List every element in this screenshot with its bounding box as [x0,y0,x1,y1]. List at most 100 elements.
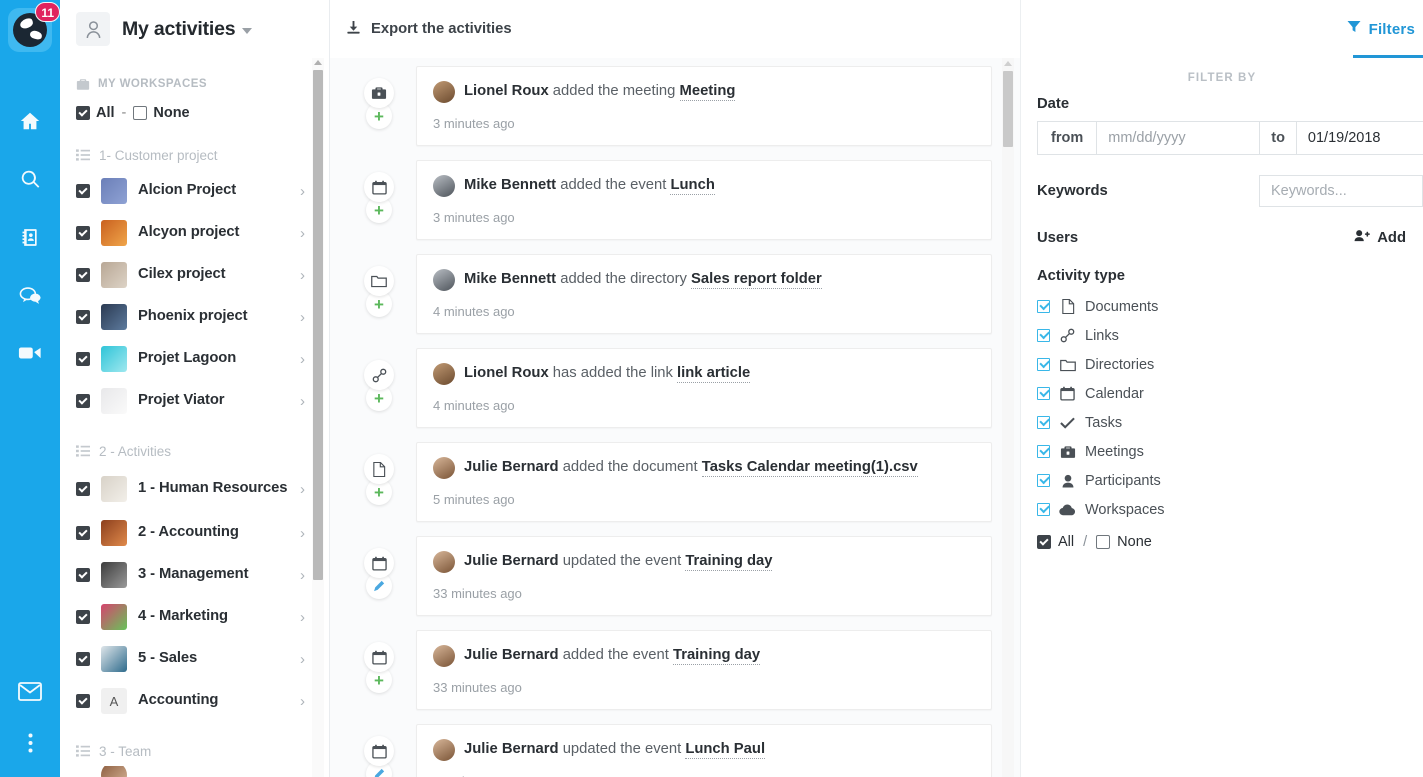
chevron-right-icon[interactable]: › [300,183,307,200]
activity-all-checkbox[interactable] [1037,535,1051,549]
workspace-checkbox[interactable] [76,610,90,624]
user-icon[interactable] [76,12,110,46]
feed-scrollbar[interactable] [1002,58,1014,777]
activity-type-checkbox[interactable] [1037,445,1050,458]
activity-item[interactable]: +Mike Bennett added the directory Sales … [354,254,992,334]
workspace-item[interactable]: 5 - Sales› [76,638,307,680]
workspace-item[interactable]: Phoenix project› [76,296,307,338]
add-user-button[interactable]: Add [1354,229,1406,246]
activity-type-item[interactable]: Documents [1037,292,1423,321]
activity-type-item[interactable]: Participants [1037,466,1423,495]
activity-type-checkbox[interactable] [1037,503,1050,516]
activity-type-checkbox[interactable] [1037,416,1050,429]
workspace-item[interactable]: 4 - Marketing› [76,596,307,638]
chevron-right-icon[interactable]: › [300,693,307,710]
workspace-checkbox[interactable] [76,352,90,366]
chevron-right-icon[interactable]: › [300,351,307,368]
activity-target[interactable]: Tasks Calendar meeting(1).csv [702,459,918,477]
home-icon[interactable] [0,92,60,150]
workspace-checkbox[interactable] [76,694,90,708]
app-logo[interactable]: 11 [8,8,52,52]
activity-item[interactable]: Julie Bernard updated the event Lunch Pa… [354,724,992,777]
activity-target[interactable]: link article [677,365,750,383]
workspace-item[interactable] [76,766,307,777]
activity-card[interactable]: Mike Bennett added the event Lunch3 minu… [416,160,992,240]
feed-scrollbar-thumb[interactable] [1003,71,1013,147]
workspace-item[interactable]: 2 - Accounting› [76,512,307,554]
contacts-icon[interactable] [0,208,60,266]
notification-badge[interactable]: 11 [35,2,60,22]
workspace-checkbox[interactable] [76,268,90,282]
chat-icon[interactable] [0,266,60,324]
none-checkbox[interactable] [133,106,147,120]
scroll-up-arrow-icon[interactable] [314,60,322,65]
activity-card[interactable]: Julie Bernard updated the event Training… [416,536,992,616]
activity-type-checkbox[interactable] [1037,474,1050,487]
activity-target[interactable]: Sales report folder [691,271,822,289]
activity-type-checkbox[interactable] [1037,329,1050,342]
activity-type-item[interactable]: Directories [1037,350,1423,379]
mail-icon[interactable] [0,665,60,717]
video-icon[interactable] [0,324,60,382]
activity-target[interactable]: Training day [673,647,760,665]
workspace-checkbox[interactable] [76,568,90,582]
tab-filters[interactable]: Filters [1021,0,1423,58]
activity-target[interactable]: Lunch Paul [685,741,765,759]
activity-card[interactable]: Julie Bernard added the event Training d… [416,630,992,710]
chevron-right-icon[interactable]: › [300,609,307,626]
chevron-right-icon[interactable]: › [300,393,307,410]
activity-none-label[interactable]: None [1117,534,1152,550]
activity-target[interactable]: Training day [685,553,772,571]
export-activities-button[interactable]: Export the activities [346,20,512,39]
workspace-checkbox[interactable] [76,310,90,324]
activity-item[interactable]: +Julie Bernard added the document Tasks … [354,442,992,522]
activity-card[interactable]: Lionel Roux has added the link link arti… [416,348,992,428]
activity-item[interactable]: +Lionel Roux has added the link link art… [354,348,992,428]
chevron-down-icon[interactable] [242,28,252,34]
activity-item[interactable]: +Lionel Roux added the meeting Meeting3 … [354,66,992,146]
chevron-right-icon[interactable]: › [300,567,307,584]
search-icon[interactable] [0,150,60,208]
workspace-item[interactable]: 1 - Human Resources› [76,466,307,512]
chevron-right-icon[interactable]: › [300,225,307,242]
activity-target[interactable]: Meeting [680,83,736,101]
activity-type-checkbox[interactable] [1037,387,1050,400]
activity-type-item[interactable]: Calendar [1037,379,1423,408]
workspace-item[interactable]: Cilex project› [76,254,307,296]
feed-scroll-up-arrow-icon[interactable] [1004,61,1012,66]
all-label[interactable]: All [96,105,115,121]
workspace-checkbox[interactable] [76,652,90,666]
workspace-checkbox[interactable] [76,526,90,540]
more-vertical-icon[interactable] [0,717,60,769]
sidebar-scrollbar[interactable] [312,58,324,777]
activity-type-item[interactable]: Meetings [1037,437,1423,466]
workspace-checkbox[interactable] [76,226,90,240]
keywords-input[interactable]: Keywords... [1259,175,1423,207]
workspace-checkbox[interactable] [76,394,90,408]
workspace-item[interactable]: AAccounting› [76,680,307,722]
none-label[interactable]: None [153,105,189,121]
activity-card[interactable]: Mike Bennett added the directory Sales r… [416,254,992,334]
activity-type-item[interactable]: Tasks [1037,408,1423,437]
workspace-item[interactable]: Projet Lagoon› [76,338,307,380]
activity-none-checkbox[interactable] [1096,535,1110,549]
activity-type-checkbox[interactable] [1037,358,1050,371]
workspace-item[interactable]: 3 - Management› [76,554,307,596]
workspace-checkbox[interactable] [76,184,90,198]
activity-target[interactable]: Lunch [670,177,714,195]
chevron-right-icon[interactable]: › [300,481,307,498]
chevron-right-icon[interactable]: › [300,267,307,284]
activity-type-checkbox[interactable] [1037,300,1050,313]
chevron-right-icon[interactable]: › [300,525,307,542]
date-from-input[interactable]: mm/dd/yyyy [1096,121,1260,155]
chevron-right-icon[interactable]: › [300,309,307,326]
activity-card[interactable]: Lionel Roux added the meeting Meeting3 m… [416,66,992,146]
workspace-item[interactable]: Alcion Project› [76,170,307,212]
chevron-right-icon[interactable]: › [300,651,307,668]
activity-card[interactable]: Julie Bernard added the document Tasks C… [416,442,992,522]
activity-card[interactable]: Julie Bernard updated the event Lunch Pa… [416,724,992,777]
all-checkbox[interactable] [76,106,90,120]
activity-all-label[interactable]: All [1058,534,1074,550]
activity-item[interactable]: Julie Bernard updated the event Training… [354,536,992,616]
activity-type-item[interactable]: Links [1037,321,1423,350]
